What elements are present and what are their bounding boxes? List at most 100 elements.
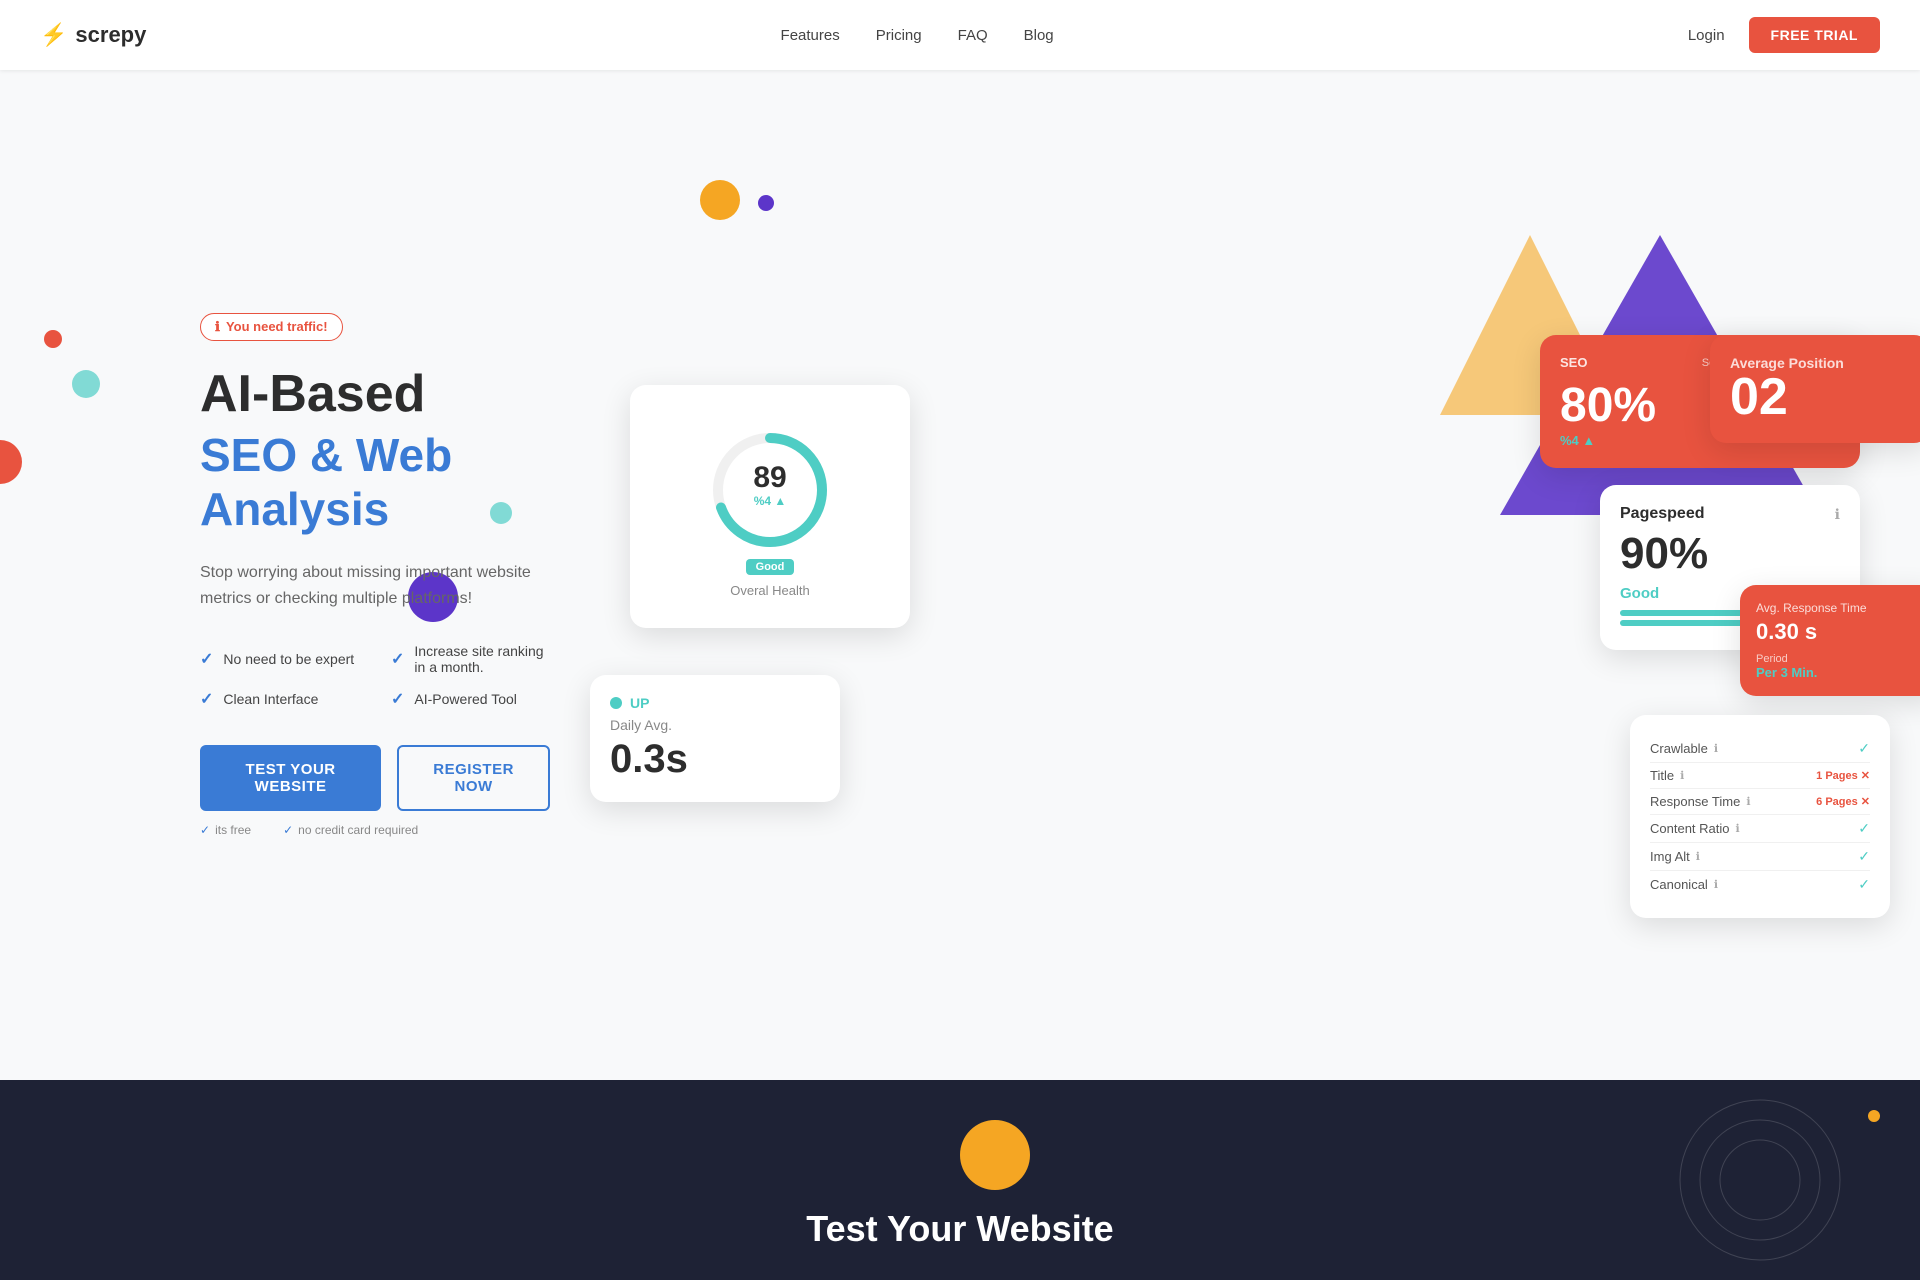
pagespeed-header: Pagespeed ℹ <box>1620 505 1840 523</box>
imgalt-label: Img Alt <box>1650 849 1690 864</box>
nav-faq[interactable]: FAQ <box>958 27 988 44</box>
daily-status: UP <box>610 695 820 711</box>
pagespeed-info-icon: ℹ <box>1835 506 1840 523</box>
avg-position-card: Average Position 02 <box>1710 335 1920 443</box>
check-icon-1: ✓ <box>200 649 213 669</box>
title-status: 1 Pages ✕ <box>1816 769 1870 782</box>
dot-purple-small <box>758 195 774 211</box>
bottom-title: Test Your Website <box>806 1208 1113 1250</box>
period-value: Per 3 Min. <box>1756 665 1920 680</box>
health-circle-container: 89 %4 ▲ Good Overal Health <box>650 405 890 608</box>
avg-position-value: 02 <box>1730 371 1910 423</box>
pagespeed-title: Pagespeed <box>1620 505 1704 523</box>
status-dot <box>610 697 622 709</box>
hero-badge: ℹ You need traffic! <box>200 313 343 341</box>
feature-clean-interface: ✓ Clean Interface <box>200 689 359 709</box>
content-status: ✓ <box>1858 820 1870 837</box>
dot-orange <box>700 180 740 220</box>
tick-icon-1: ✓ <box>200 823 210 837</box>
response-info-icon: ℹ <box>1746 795 1750 808</box>
info-icon: ℹ <box>215 319 220 335</box>
response-value: 0.30 s <box>1756 619 1920 645</box>
overall-health-label: Overal Health <box>730 583 809 598</box>
pagespeed-value: 90% <box>1620 529 1840 579</box>
response-time-card: Avg. Response Time 0.30 s Period Per 3 M… <box>1740 585 1920 696</box>
hero-content: ℹ You need traffic! AI-Based SEO & Web A… <box>0 253 550 898</box>
check-imgalt-name: Img Alt ℹ <box>1650 849 1700 864</box>
content-info-icon: ℹ <box>1736 822 1740 835</box>
login-link[interactable]: Login <box>1688 27 1725 44</box>
nav-features[interactable]: Features <box>781 27 840 44</box>
response-label: Response Time <box>1650 794 1740 809</box>
feature-label-4: AI-Powered Tool <box>414 691 516 707</box>
badge-text: You need traffic! <box>226 319 328 334</box>
hero-title-line1: AI-Based <box>200 365 550 425</box>
health-circle-chart: 89 %4 ▲ <box>705 425 835 555</box>
crawlable-status: ✓ <box>1858 740 1870 757</box>
bottom-dot-yellow <box>960 1120 1030 1190</box>
hero-sub-labels: ✓ its free ✓ no credit card required <box>200 823 550 837</box>
logo-icon: ⚡ <box>40 22 67 48</box>
nav-links: Features Pricing FAQ Blog <box>781 27 1054 44</box>
check-canonical-name: Canonical ℹ <box>1650 877 1718 892</box>
content-label: Content Ratio <box>1650 821 1730 836</box>
check-crawlable-name: Crawlable ℹ <box>1650 741 1718 756</box>
hero-title-line2: SEO & Web Analysis <box>200 428 550 536</box>
check-title-name: Title ℹ <box>1650 768 1684 783</box>
canonical-label: Canonical <box>1650 877 1708 892</box>
check-icon-4: ✓ <box>391 689 404 709</box>
sub-label-no-card: ✓ no credit card required <box>283 823 418 837</box>
sub-label-free: ✓ its free <box>200 823 251 837</box>
health-card: 89 %4 ▲ Good Overal Health <box>630 385 910 628</box>
bottom-section: Test Your Website <box>0 1080 1920 1280</box>
seo-change-text: %4 ▲ <box>1560 433 1595 448</box>
imgalt-status: ✓ <box>1858 848 1870 865</box>
feature-label-2: Increase site ranking in a month. <box>414 643 550 675</box>
check-response-time: Response Time ℹ 6 Pages ✕ <box>1650 789 1870 815</box>
canonical-info-icon: ℹ <box>1714 878 1718 891</box>
period-label: Period <box>1756 653 1920 665</box>
response-status: 6 Pages ✕ <box>1816 795 1870 808</box>
feature-increase-ranking: ✓ Increase site ranking in a month. <box>391 643 550 675</box>
check-title: Title ℹ 1 Pages ✕ <box>1650 763 1870 789</box>
check-canonical: Canonical ℹ ✓ <box>1650 871 1870 898</box>
crawlable-label: Crawlable <box>1650 741 1708 756</box>
check-content-ratio: Content Ratio ℹ ✓ <box>1650 815 1870 843</box>
nav-right: Login FREE TRIAL <box>1688 17 1880 53</box>
hero-section: ℹ You need traffic! AI-Based SEO & Web A… <box>0 0 1920 1080</box>
sub-label-no-card-text: no credit card required <box>298 823 418 837</box>
status-up-text: UP <box>630 695 649 711</box>
nav-pricing[interactable]: Pricing <box>876 27 922 44</box>
canonical-status: ✓ <box>1858 876 1870 893</box>
title-label: Title <box>1650 768 1674 783</box>
check-crawlable: Crawlable ℹ ✓ <box>1650 735 1870 763</box>
test-website-button[interactable]: TEST YOUR WEBSITE <box>200 745 381 811</box>
check-img-alt: Img Alt ℹ ✓ <box>1650 843 1870 871</box>
response-avg-label: Avg. Response Time <box>1756 601 1920 615</box>
navbar: ⚡ screpy Features Pricing FAQ Blog Login… <box>0 0 1920 70</box>
feature-no-expert: ✓ No need to be expert <box>200 643 359 675</box>
daily-label: Daily Avg. <box>610 717 820 733</box>
hero-description: Stop worrying about missing important we… <box>200 560 550 611</box>
hero-features: ✓ No need to be expert ✓ Increase site r… <box>200 643 550 709</box>
circle-outline-decoration <box>1660 1080 1860 1280</box>
check-icon-2: ✓ <box>391 649 404 669</box>
health-score-text: 89 <box>753 461 786 494</box>
check-content-name: Content Ratio ℹ <box>1650 821 1740 836</box>
crawlable-info-icon: ℹ <box>1714 742 1718 755</box>
tick-icon-2: ✓ <box>283 823 293 837</box>
sub-label-free-text: its free <box>215 823 251 837</box>
logo-text: screpy <box>75 22 146 48</box>
health-change-text: %4 ▲ <box>754 494 787 508</box>
daily-avg-card: UP Daily Avg. 0.3s <box>590 675 840 802</box>
title-info-icon: ℹ <box>1680 769 1684 782</box>
hero-buttons: TEST YOUR WEBSITE REGISTER NOW <box>200 745 550 811</box>
register-now-button[interactable]: REGISTER NOW <box>397 745 550 811</box>
health-good-badge: Good <box>746 559 795 575</box>
daily-value: 0.3s <box>610 737 820 782</box>
logo-link[interactable]: ⚡ screpy <box>40 22 146 48</box>
nav-blog[interactable]: Blog <box>1024 27 1054 44</box>
check-response-name: Response Time ℹ <box>1650 794 1751 809</box>
free-trial-button[interactable]: FREE TRIAL <box>1749 17 1880 53</box>
imgalt-info-icon: ℹ <box>1696 850 1700 863</box>
